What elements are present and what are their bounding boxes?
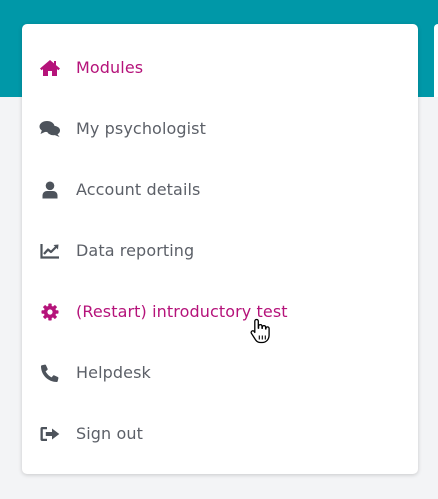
menu-item-account-details[interactable]: Account details	[22, 170, 418, 210]
menu-item-sign-out[interactable]: Sign out	[22, 414, 418, 454]
phone-icon	[39, 362, 61, 384]
user-icon	[39, 179, 61, 201]
gear-icon	[39, 301, 61, 323]
user-menu-dropdown: Modules My psychologist Account details	[22, 24, 418, 474]
menu-item-my-psychologist[interactable]: My psychologist	[22, 109, 418, 149]
menu-item-label: Account details	[76, 180, 201, 199]
menu-item-helpdesk[interactable]: Helpdesk	[22, 353, 418, 393]
menu-item-restart-introductory-test[interactable]: (Restart) introductory test	[22, 292, 418, 332]
menu-item-label: Sign out	[76, 424, 143, 443]
menu-item-label: Modules	[76, 58, 144, 77]
menu-item-label: My psychologist	[76, 119, 206, 138]
hand-pointer-cursor-icon	[250, 318, 270, 344]
menu-item-label: Helpdesk	[76, 363, 151, 382]
chart-line-icon	[39, 240, 61, 262]
menu-item-data-reporting[interactable]: Data reporting	[22, 231, 418, 271]
sign-out-icon	[39, 423, 61, 445]
background-panel-edge	[434, 24, 438, 97]
home-icon	[39, 57, 61, 79]
menu-item-label: Data reporting	[76, 241, 195, 260]
chat-icon	[39, 118, 61, 140]
menu-item-modules[interactable]: Modules	[22, 48, 418, 88]
